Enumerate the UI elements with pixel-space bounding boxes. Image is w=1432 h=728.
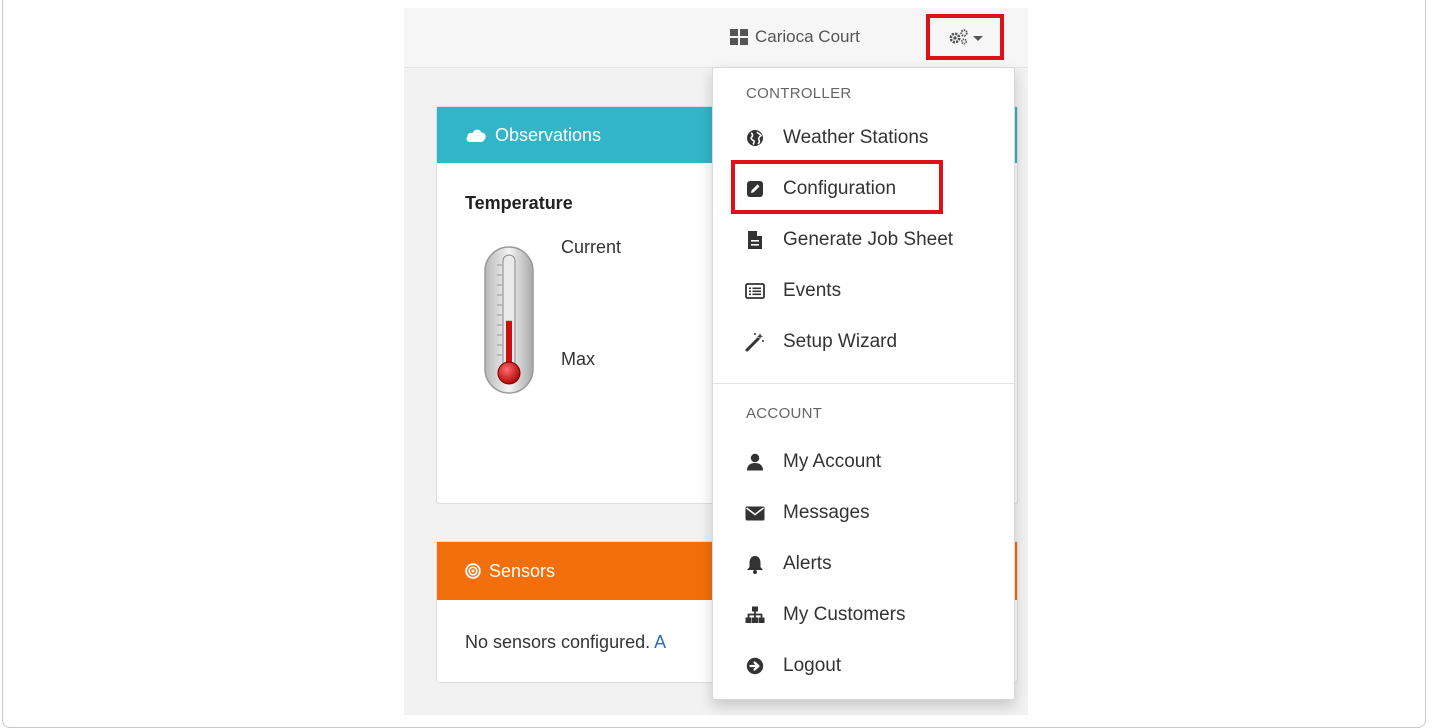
menu-item-setup-wizard[interactable]: Setup Wizard bbox=[713, 317, 1014, 367]
controller-section-header: CONTROLLER bbox=[746, 85, 852, 102]
menu-item-label: My Customers bbox=[783, 604, 906, 625]
globe-icon bbox=[747, 130, 763, 146]
current-label: Current bbox=[561, 237, 622, 257]
no-sensors-message: No sensors configured. A bbox=[465, 632, 666, 653]
menu-item-label: Logout bbox=[783, 655, 842, 676]
bell-icon bbox=[747, 555, 763, 574]
magic-wand-icon bbox=[745, 333, 764, 352]
menu-item-events[interactable]: Events bbox=[713, 266, 1014, 316]
add-sensor-link[interactable]: A bbox=[654, 632, 666, 652]
controller-selector[interactable]: Carioca Court bbox=[730, 25, 860, 49]
account-section-header: ACCOUNT bbox=[746, 405, 823, 422]
menu-item-weather-stations[interactable]: Weather Stations bbox=[713, 113, 1014, 163]
menu-item-logout[interactable]: Logout bbox=[713, 641, 1014, 691]
list-icon bbox=[745, 283, 765, 299]
menu-item-label: Generate Job Sheet bbox=[783, 229, 954, 250]
grid-icon bbox=[730, 29, 748, 45]
logout-icon bbox=[746, 657, 764, 675]
sensors-title: Sensors bbox=[489, 560, 556, 581]
cloud-icon bbox=[466, 129, 486, 142]
menu-item-my-customers[interactable]: My Customers bbox=[713, 590, 1014, 640]
brand-label: Carioca Court bbox=[755, 27, 860, 46]
menu-item-label: Setup Wizard bbox=[783, 331, 898, 352]
max-label: Max bbox=[561, 349, 596, 369]
observations-title: Observations bbox=[495, 124, 602, 145]
temperature-title: Temperature bbox=[465, 193, 573, 213]
menu-item-label: My Account bbox=[783, 451, 882, 472]
thermometer-icon bbox=[484, 246, 534, 394]
file-icon bbox=[748, 231, 762, 249]
menu-divider bbox=[713, 383, 1014, 384]
no-sensors-text: No sensors configured. bbox=[465, 632, 651, 652]
configuration-highlight-box bbox=[731, 160, 943, 214]
menu-item-label: Alerts bbox=[783, 553, 832, 574]
envelope-icon bbox=[745, 506, 765, 520]
top-navbar: Carioca Court bbox=[404, 8, 1028, 68]
settings-menu-button[interactable] bbox=[926, 14, 1004, 60]
menu-item-label: Weather Stations bbox=[783, 127, 929, 148]
menu-item-messages[interactable]: Messages bbox=[713, 488, 1014, 538]
menu-item-label: Messages bbox=[783, 502, 870, 523]
menu-item-generate-job-sheet[interactable]: Generate Job Sheet bbox=[713, 215, 1014, 265]
menu-item-alerts[interactable]: Alerts bbox=[713, 539, 1014, 589]
menu-item-my-account[interactable]: My Account bbox=[713, 437, 1014, 487]
user-icon bbox=[747, 453, 763, 471]
sitemap-icon bbox=[745, 606, 765, 623]
settings-highlight-box bbox=[926, 14, 1004, 60]
menu-item-label: Events bbox=[783, 280, 842, 301]
sensor-icon bbox=[465, 563, 481, 579]
settings-dropdown-menu: CONTROLLER Weather Stations Configuratio… bbox=[712, 67, 1015, 700]
